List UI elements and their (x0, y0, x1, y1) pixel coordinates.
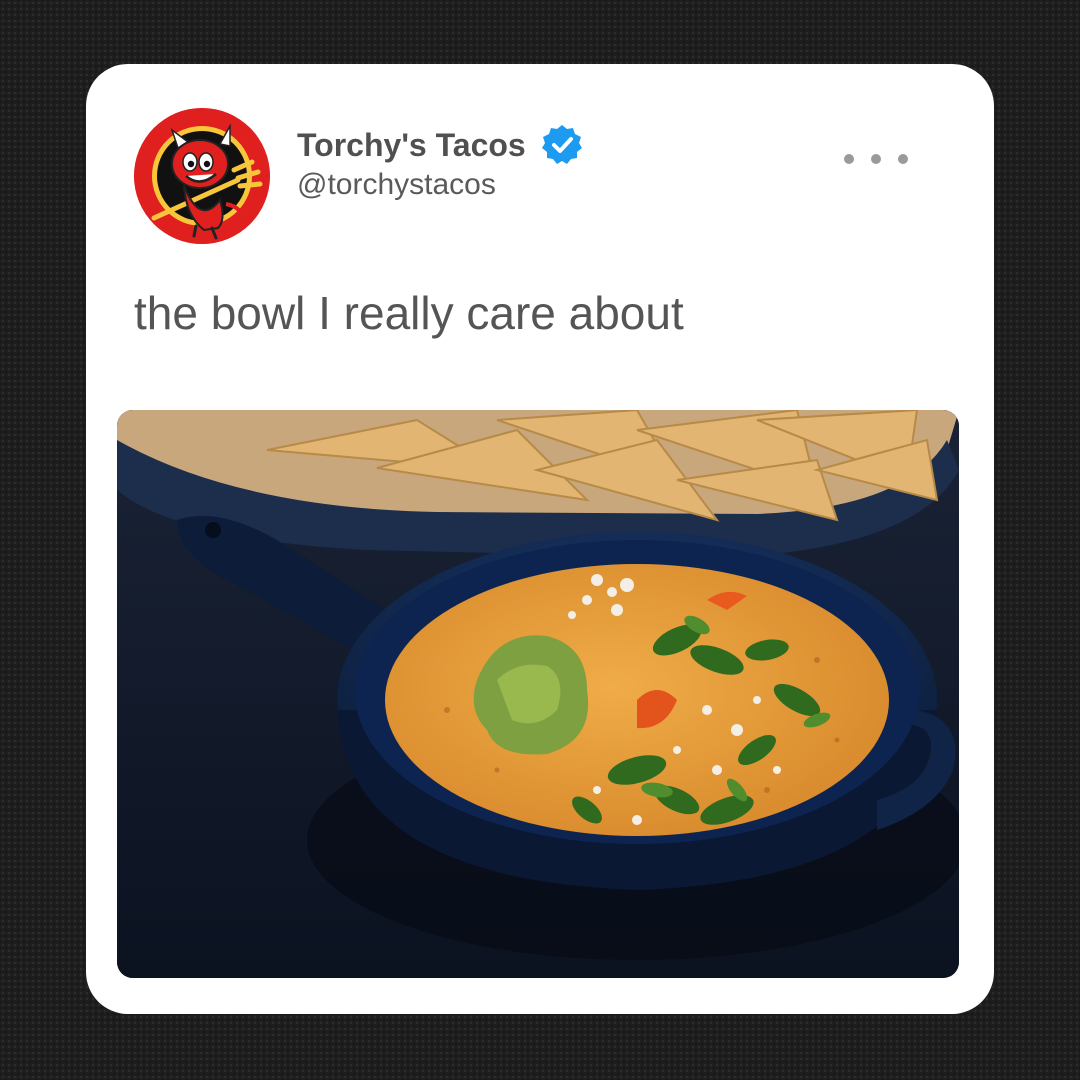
more-horizontal-icon[interactable] (844, 146, 908, 172)
author-name-row: Torchy's Tacos (297, 122, 584, 168)
more-dot (844, 154, 854, 164)
devil-mascot-logo (134, 108, 270, 244)
more-dot (871, 154, 881, 164)
tweet-media-image[interactable] (117, 410, 959, 978)
author-display-name[interactable]: Torchy's Tacos (297, 127, 526, 164)
author-handle[interactable]: @torchystacos (297, 168, 496, 202)
verified-badge-icon (540, 123, 584, 167)
tweet-text: the bowl I really care about (134, 287, 684, 339)
profile-avatar[interactable] (134, 108, 270, 244)
queso-bowl-photo (117, 410, 959, 978)
more-dot (898, 154, 908, 164)
tweet-card: Torchy's Tacos @torchystacos the bowl I … (86, 64, 994, 1014)
